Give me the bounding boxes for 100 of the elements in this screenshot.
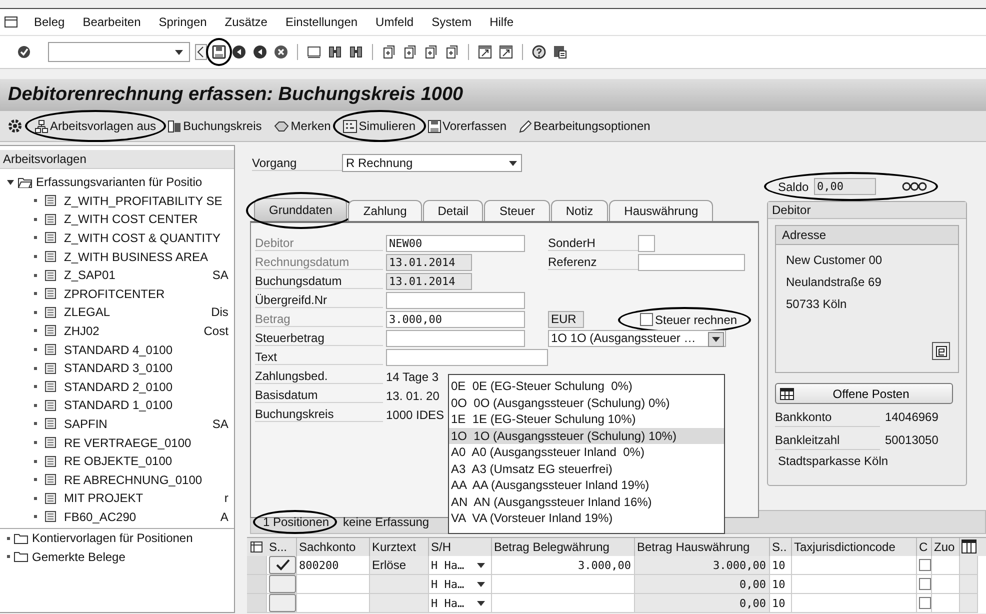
save-icon[interactable]	[212, 45, 226, 59]
menu-item[interactable]: Springen	[158, 15, 207, 29]
dropdown-option[interactable]: 1E 1E (EG-Steuer Schulung 10%)	[449, 411, 724, 428]
gear-icon[interactable]	[8, 119, 24, 133]
table-cell[interactable]: 10	[770, 556, 792, 575]
input-field[interactable]: 3.000,00	[386, 311, 525, 328]
menu-icon[interactable]	[4, 16, 18, 28]
caret-icon[interactable]	[509, 161, 517, 166]
address-button[interactable]	[932, 342, 950, 360]
first-page-icon[interactable]	[382, 45, 396, 59]
tree-item[interactable]: STANDARD 4_0100	[64, 342, 172, 357]
dropdown-button[interactable]	[708, 332, 724, 347]
command-field[interactable]	[48, 42, 190, 62]
toolbar-button[interactable]: Merken	[272, 117, 332, 135]
input-field[interactable]	[386, 349, 548, 366]
dropdown-option[interactable]: AN AN (Ausgangssteuer Inland 16%)	[449, 494, 724, 510]
dropdown-option[interactable]: 1O 1O (Ausgangssteuer (Schulung) 10%)	[449, 428, 724, 444]
tree-item[interactable]: FB60_AC290	[64, 510, 136, 524]
toolbar-button[interactable]: Vorerfassen	[426, 117, 508, 135]
checkbox[interactable]	[919, 559, 931, 571]
tree-item[interactable]: RE ABRECHNUNG_0100	[64, 472, 202, 487]
find-next-icon[interactable]	[349, 45, 363, 59]
tab[interactable]: Grunddaten	[254, 198, 348, 221]
table-cell[interactable]	[297, 575, 370, 594]
back-icon[interactable]	[232, 45, 246, 59]
status-button[interactable]	[269, 556, 296, 574]
toolbar-button[interactable]: Arbeitsvorlagen aus	[34, 117, 158, 135]
menu-item[interactable]: System	[432, 15, 472, 29]
exit-icon[interactable]	[253, 45, 267, 59]
layout-icon[interactable]	[553, 45, 567, 59]
dropdown-option[interactable]: 0E 0E (EG-Steuer Schulung 0%)	[449, 378, 724, 394]
tree-item[interactable]: SAPFIN	[64, 416, 108, 431]
tree-item[interactable]: Kontiervorlagen für Positionen	[32, 531, 193, 546]
tree-item[interactable]: Z_WITH COST CENTER	[64, 212, 198, 226]
date-field[interactable]: 13.01.2014	[386, 254, 472, 271]
open-items-button[interactable]: Offene Posten	[775, 383, 953, 404]
table-cell[interactable]	[492, 575, 635, 594]
tree-item[interactable]: STANDARD 1_0100	[64, 398, 172, 412]
input-field[interactable]	[386, 292, 525, 309]
menu-item[interactable]: Umfeld	[376, 15, 414, 29]
tab[interactable]: Zahlung	[348, 200, 422, 221]
print-icon[interactable]	[307, 45, 321, 59]
input-field[interactable]	[638, 254, 745, 271]
toolbar-button[interactable]: Bearbeitungsoptionen	[518, 117, 652, 135]
new-session-icon[interactable]	[478, 45, 492, 59]
menu-item[interactable]: Zusätze	[224, 15, 268, 29]
tree-item[interactable]: ZPROFITCENTER	[64, 286, 165, 301]
dropdown-cell[interactable]: H Ha…	[429, 556, 492, 575]
tree-item[interactable]: Z_SAP01	[64, 268, 116, 282]
table-cell[interactable]	[932, 556, 960, 575]
table-cell[interactable]: 10	[770, 594, 792, 613]
tab[interactable]: Notiz	[550, 200, 608, 221]
table-cell[interactable]: 800200	[297, 556, 370, 575]
tree-item[interactable]: STANDARD 2_0100	[64, 380, 172, 394]
last-page-icon[interactable]	[445, 45, 459, 59]
table-cell[interactable]	[932, 575, 960, 594]
tab[interactable]: Hauswährung	[609, 200, 714, 221]
menu-item[interactable]: Hilfe	[490, 15, 514, 29]
dropdown-cell[interactable]: H Ha…	[429, 594, 492, 613]
help-icon[interactable]	[532, 45, 546, 59]
menu-item[interactable]: Beleg	[34, 15, 65, 29]
currency-field[interactable]: EUR	[548, 311, 584, 328]
checkbox[interactable]	[919, 597, 931, 609]
find-icon[interactable]	[328, 45, 342, 59]
dropdown-option[interactable]: AA AA (Ausgangssteuer Inland 19%)	[449, 477, 724, 494]
checkbox[interactable]	[919, 578, 931, 590]
input-field[interactable]	[638, 235, 655, 252]
cancel-icon[interactable]	[274, 45, 288, 59]
input-field[interactable]	[386, 330, 525, 347]
table-cell[interactable]	[792, 575, 917, 594]
table-cell[interactable]	[792, 594, 917, 613]
caret-icon[interactable]	[175, 50, 183, 55]
menu-item[interactable]: Bearbeiten	[82, 15, 141, 29]
dropdown-option[interactable]: VA VA (Vorsteuer Inland 19%)	[449, 510, 724, 526]
tax-checkbox[interactable]: Steuer rechnen	[640, 312, 738, 326]
table-cell[interactable]: 10	[770, 575, 792, 594]
tree-item[interactable]: Gemerkte Belege	[32, 550, 126, 564]
table-cell[interactable]	[492, 594, 635, 613]
tree-item[interactable]: MIT PROJEKT	[64, 491, 144, 506]
table-cell[interactable]	[932, 594, 960, 613]
table-cell[interactable]	[792, 556, 917, 575]
tab[interactable]: Detail	[422, 200, 484, 221]
enter-icon[interactable]	[17, 45, 31, 59]
input-field[interactable]: NEW00	[386, 235, 525, 252]
toolbar-button[interactable]: Simulieren	[342, 117, 416, 135]
dropdown-option[interactable]: A0 A0 (Ausgangssteuer Inland 0%)	[449, 444, 724, 460]
toolbar-button[interactable]: Buchungskreis	[167, 117, 263, 135]
table-cell[interactable]: 3.000,00	[492, 556, 635, 575]
expand-icon[interactable]	[7, 180, 14, 185]
tree-item[interactable]: ZHJ02	[64, 324, 100, 338]
dropdown-field[interactable]: R Rechnung	[342, 154, 522, 172]
dropdown-option[interactable]: A3 A3 (Umsatz EG steuerfrei)	[449, 460, 724, 477]
dropdown-cell[interactable]: H Ha…	[429, 575, 492, 594]
tree-item[interactable]: Erfassungsvarianten für Positio	[36, 175, 202, 190]
date-field[interactable]: 13.01.2014	[386, 273, 472, 290]
column-header[interactable]: C	[917, 538, 932, 556]
tree-item[interactable]: Z_WITH_PROFITABILITY SE	[64, 194, 222, 208]
dropdown-field[interactable]: 1O 1O (Ausgangssteuer …	[548, 330, 726, 347]
next-page-icon[interactable]	[424, 45, 438, 59]
shortcut-icon[interactable]	[499, 45, 513, 59]
